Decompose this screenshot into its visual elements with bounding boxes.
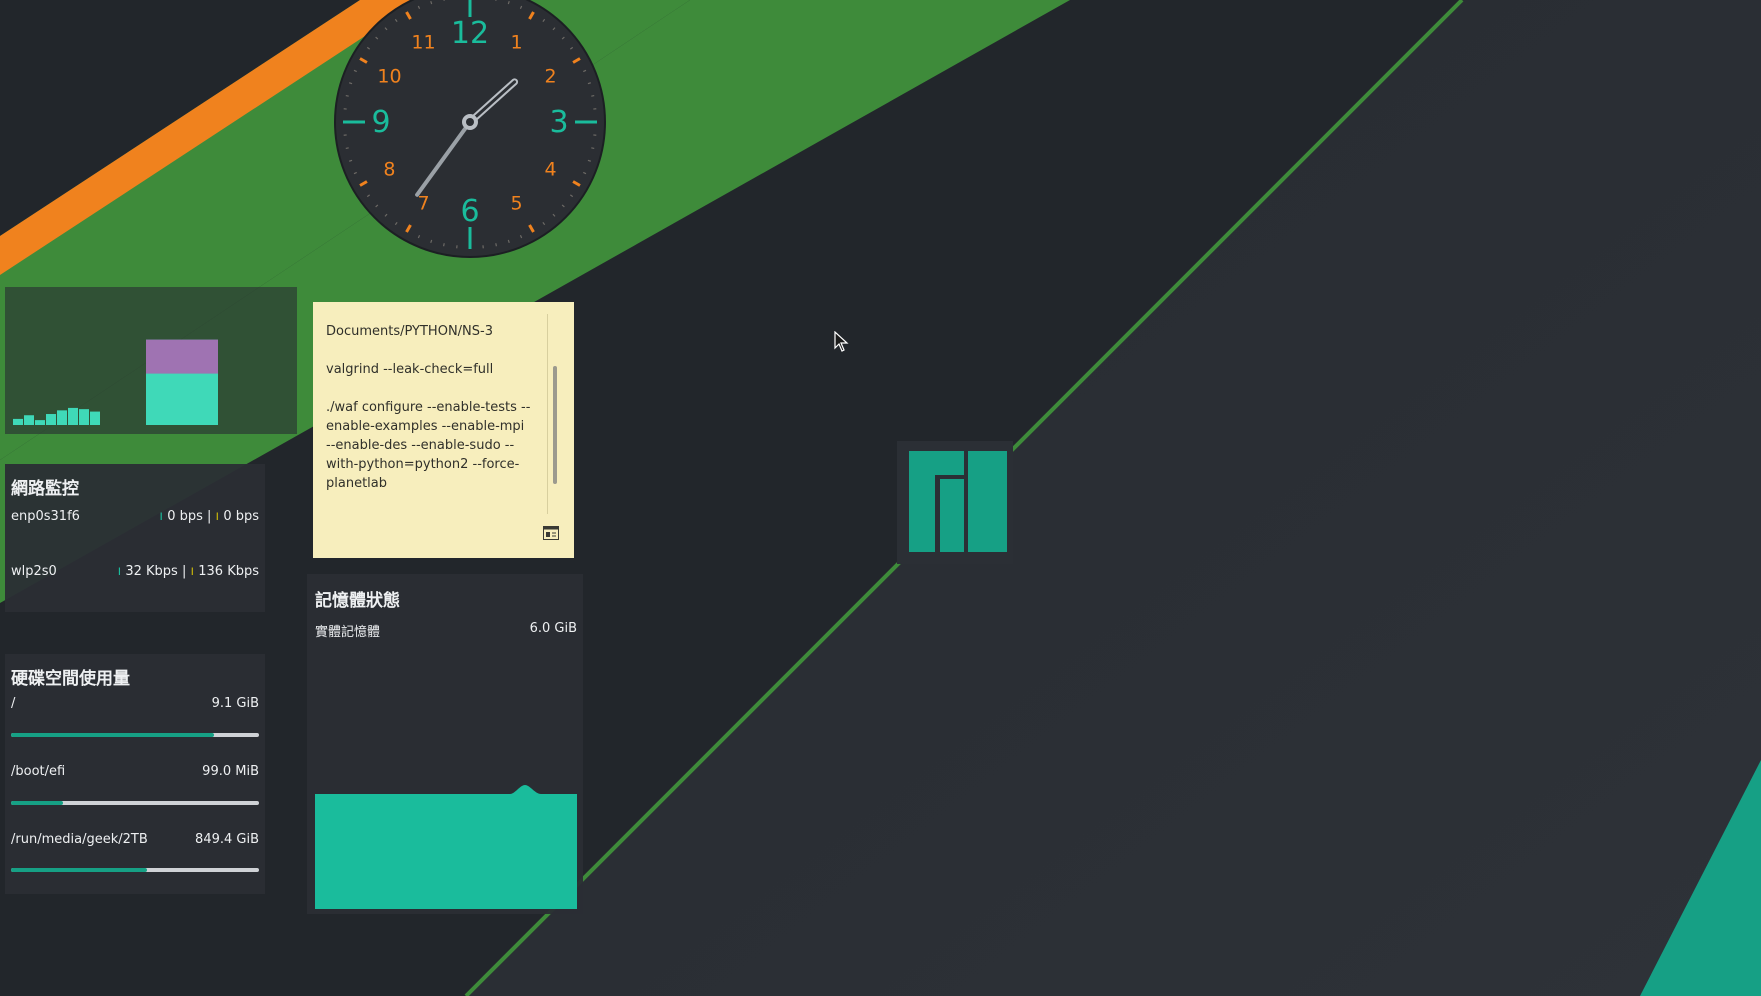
upload-rate: 0 bps [223, 509, 259, 524]
graph-bar [13, 418, 23, 425]
upload-icon: ı [215, 509, 220, 524]
clock-tick [345, 95, 349, 97]
note-line: Documents/PYTHON/NS-3 [326, 324, 493, 339]
manjaro-logo-icon [897, 441, 1013, 564]
graph-bar [90, 411, 100, 425]
activity-graph [13, 339, 218, 425]
clock-widget[interactable]: 12 1 2 3 4 5 6 7 8 9 10 11 [333, 0, 607, 259]
graph-bar [46, 414, 56, 425]
interface-rates: ı 32 Kbps | ı 136 Kbps [118, 564, 259, 579]
disk-usage-bar [11, 801, 259, 805]
disk-usage-fill [11, 868, 148, 872]
clock-center-dot [466, 118, 474, 126]
graph-bar [79, 409, 89, 425]
rate-separator: | [207, 509, 212, 524]
clock-tick [591, 95, 595, 97]
clock-tick [443, 243, 445, 247]
clock-tick [495, 243, 497, 247]
memory-title: 記憶體狀態 [315, 591, 400, 611]
note-line: ./waf configure --enable-tests --enable-… [326, 400, 531, 491]
mount-path: /boot/efi [11, 764, 66, 779]
network-monitor-widget[interactable]: 網路監控 enp0s31f6 ı 0 bps | ı 0 bps wlp2s0 … [5, 464, 265, 612]
upload-icon: ı [190, 564, 195, 579]
clock-numeral: 8 [383, 159, 395, 181]
clock-numeral: 6 [460, 194, 479, 229]
download-icon: ı [159, 509, 164, 524]
graph-bar [24, 415, 34, 425]
rate-separator: | [181, 564, 187, 579]
memory-usage-graph [315, 785, 577, 909]
network-title: 網路監控 [11, 479, 79, 499]
activity-graph-widget[interactable] [5, 287, 297, 434]
sticky-note-widget[interactable]: Documents/PYTHON/NS-3 valgrind --leak-ch… [313, 302, 574, 558]
clock-numeral: 3 [549, 105, 568, 140]
mount-path: / [11, 696, 16, 711]
note-line: valgrind --leak-check=full [326, 362, 494, 377]
graph-bar [68, 407, 78, 425]
graph-bar [57, 410, 67, 425]
clock-numeral: 11 [411, 31, 435, 53]
upload-rate: 136 Kbps [198, 564, 259, 579]
clock-tick [345, 147, 349, 149]
clock-numeral: 4 [544, 159, 556, 181]
note-text-area[interactable]: Documents/PYTHON/NS-3 valgrind --leak-ch… [326, 322, 532, 528]
clock-tick [443, 0, 445, 1]
mount-size: 849.4 GiB [195, 832, 259, 847]
clock-tick [591, 147, 595, 149]
mount-size: 99.0 MiB [202, 764, 259, 779]
note-menu-icon[interactable] [543, 526, 559, 540]
disk-title: 硬碟空間使用量 [11, 669, 130, 689]
graph-bar [35, 420, 45, 425]
interface-rates: ı 0 bps | ı 0 bps [159, 509, 259, 524]
note-scrollbar[interactable] [553, 366, 557, 484]
download-rate: 0 bps [167, 509, 203, 524]
analog-clock: 12 12 3 45 6 78 9 10 11 [334, 0, 606, 258]
clock-numeral: 1 [510, 31, 522, 53]
graph-peak-top [146, 339, 218, 374]
clock-tick [495, 0, 497, 1]
disk-usage-fill [11, 801, 64, 805]
download-rate: 32 Kbps [125, 564, 178, 579]
clock-numeral: 9 [371, 105, 390, 140]
mouse-pointer-icon [834, 330, 850, 353]
disk-usage-fill [11, 733, 215, 737]
disk-usage-widget[interactable]: 硬碟空間使用量 / 9.1 GiB /boot/efi 99.0 MiB /ru… [5, 654, 265, 894]
interface-name: enp0s31f6 [11, 509, 80, 524]
memory-total: 6.0 GiB [529, 621, 577, 636]
clock-numeral: 5 [510, 193, 522, 215]
clock-numeral: 10 [377, 66, 401, 88]
interface-name: wlp2s0 [11, 564, 57, 579]
clock-numeral: 2 [544, 66, 556, 88]
download-icon: ı [117, 564, 122, 579]
clock-numeral: 12 [451, 16, 489, 51]
disk-usage-bar [11, 868, 259, 872]
memory-label: 實體記憶體 [315, 625, 381, 640]
clock-numeral: 7 [417, 193, 429, 215]
disk-usage-bar [11, 733, 259, 737]
memory-usage-area [315, 785, 577, 909]
mount-path: /run/media/geek/2TB [11, 832, 148, 847]
note-scroll-track [547, 314, 548, 514]
memory-status-widget[interactable]: 記憶體狀態 實體記憶體 6.0 GiB [307, 574, 583, 914]
mount-size: 9.1 GiB [211, 696, 259, 711]
